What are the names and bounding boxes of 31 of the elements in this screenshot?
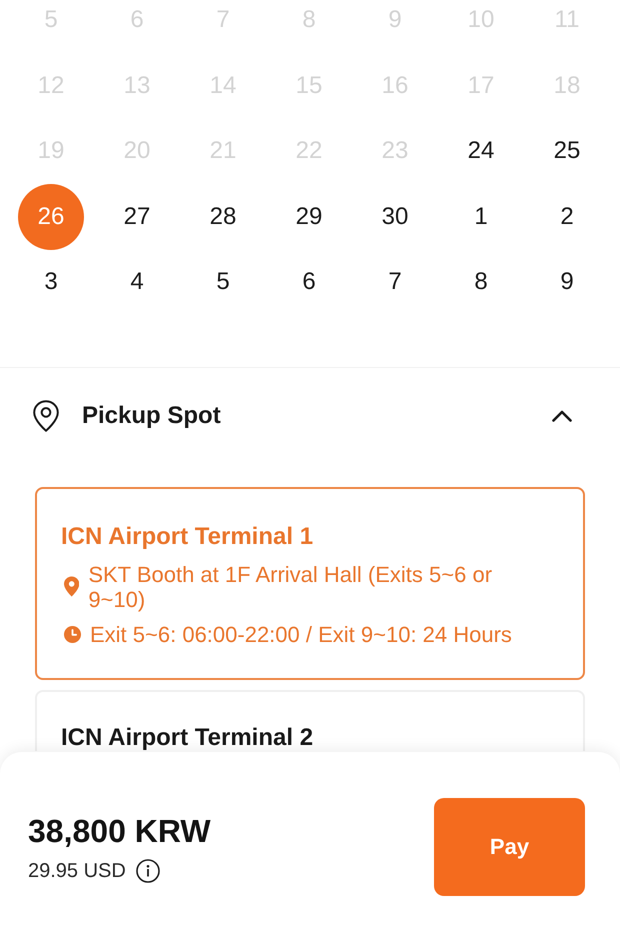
chevron-up-icon[interactable] [552, 410, 572, 422]
calendar-day[interactable]: 27 [124, 202, 150, 230]
option-title: ICN Airport Terminal 1 [61, 522, 314, 552]
option-title: ICN Airport Terminal 2 [61, 724, 314, 751]
calendar-day[interactable]: 7 [388, 268, 402, 296]
pay-button[interactable]: Pay [434, 798, 585, 896]
section-title: Pickup Spot [82, 400, 221, 431]
map-pin-icon [33, 400, 59, 432]
price-text: 38,800 KRW [28, 812, 211, 850]
calendar-day[interactable]: 2 [560, 202, 574, 230]
pickup-option-card[interactable]: ICN Airport Terminal 2 [35, 690, 585, 751]
calendar-day[interactable]: 6 [302, 268, 316, 296]
calendar-day[interactable]: 28 [210, 202, 236, 230]
info-icon[interactable] [136, 858, 160, 882]
calendar-day[interactable]: 9 [560, 268, 574, 296]
location-pin-icon [64, 576, 80, 598]
calendar-day[interactable]: 3 [44, 268, 58, 296]
calendar-day[interactable]: 4 [130, 268, 144, 296]
calendar-day[interactable]: 25 [554, 137, 580, 165]
converted-price-text: 29.95 USD [28, 858, 126, 882]
calendar-day[interactable]: 30 [382, 202, 408, 230]
calendar-day[interactable]: 5 [216, 268, 230, 296]
calendar-day[interactable]: 1 [474, 202, 488, 230]
selected-calendar-day[interactable]: 26 [18, 184, 84, 250]
clock-icon [64, 626, 81, 643]
calendar-day[interactable]: 8 [474, 268, 488, 296]
pickup-option-card[interactable]: ICN Airport Terminal 1 SKT Booth at 1F Arrival Hall (Exits 5~6 or 9~10) Exit 5~6: 06:00-22:00 / Exit 9~10: 24 Hours [35, 486, 585, 680]
opening-hours-text: Exit 5~6: 06:00-22:00 / Exit 9~10: 24 Hours [90, 622, 512, 647]
calendar-day[interactable]: 24 [468, 137, 494, 165]
location-text: SKT Booth at 1F Arrival Hall (Exits 5~6 or 9~10) [88, 562, 494, 612]
calendar-day[interactable]: 29 [296, 202, 322, 230]
